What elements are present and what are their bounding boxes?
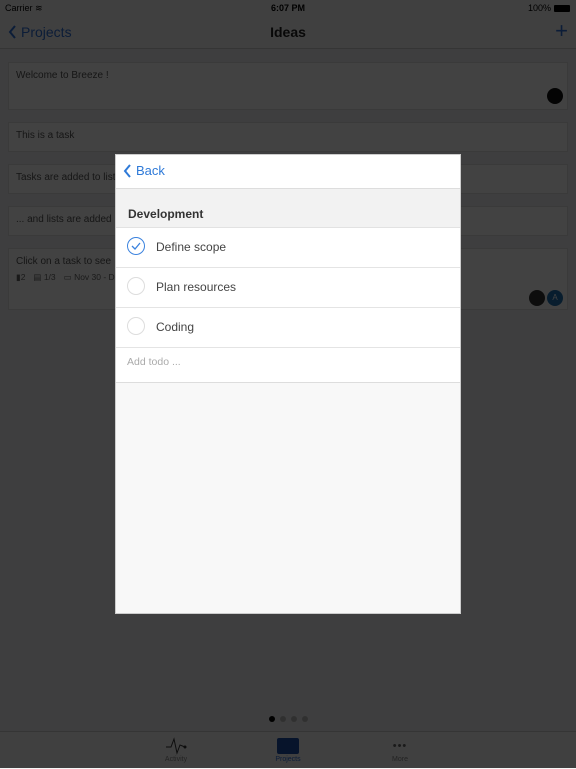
back-button[interactable]: Back	[123, 163, 165, 178]
todo-label: Plan resources	[156, 280, 237, 294]
chevron-left-icon	[123, 163, 131, 178]
todo-item[interactable]: Plan resources	[116, 268, 460, 308]
todo-popover: Back Development Define scope Plan resou…	[115, 154, 461, 614]
back-label: Back	[136, 163, 165, 178]
list-section-header: Development	[116, 189, 460, 228]
todo-checkbox[interactable]	[127, 317, 145, 335]
checkmark-icon	[131, 242, 141, 250]
todo-item[interactable]: Define scope	[116, 228, 460, 268]
todo-label: Coding	[156, 320, 195, 334]
todo-checkbox[interactable]	[127, 277, 145, 295]
popover-header: Back	[116, 155, 460, 189]
section-title: Development	[128, 207, 204, 221]
add-todo-input[interactable]	[127, 356, 447, 368]
todo-label: Define scope	[156, 240, 227, 254]
add-todo-row	[116, 348, 460, 383]
todo-item[interactable]: Coding	[116, 308, 460, 348]
todo-checkbox[interactable]	[127, 237, 145, 255]
